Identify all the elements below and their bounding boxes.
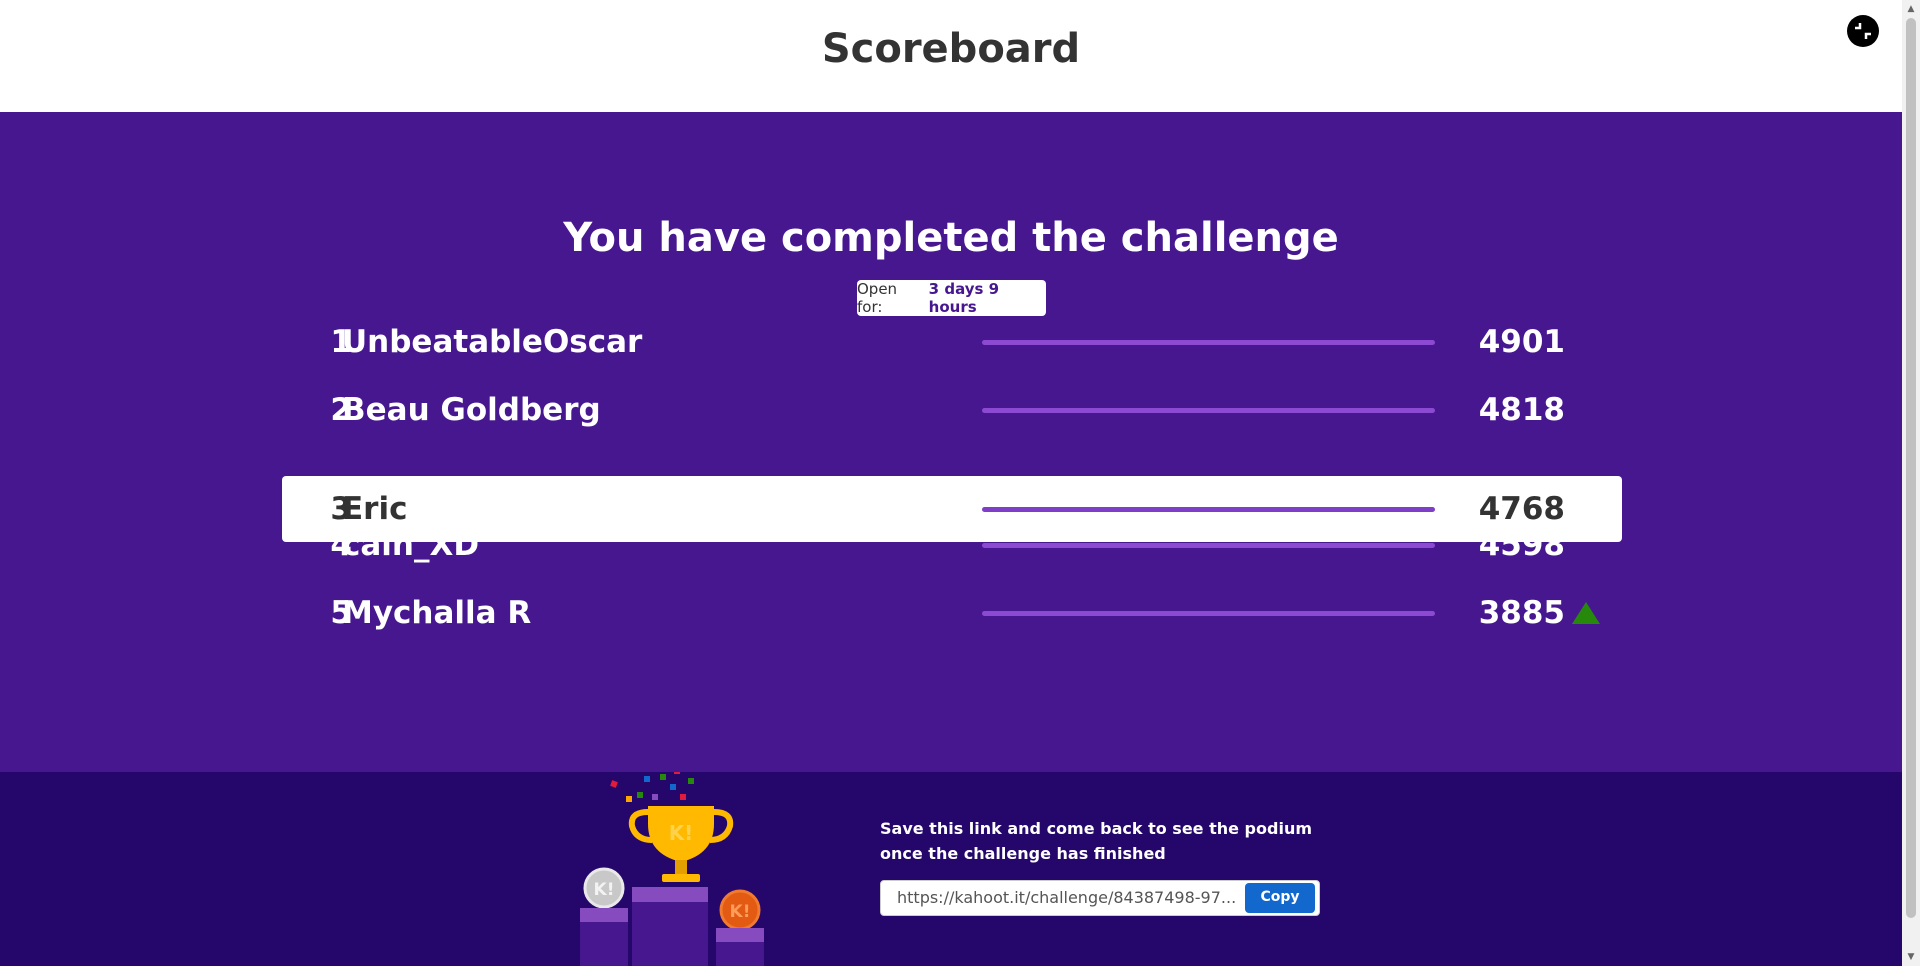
page-title: Scoreboard (821, 26, 1081, 72)
trophy-logo-text: K! (669, 821, 694, 845)
scroll-down-arrow-icon[interactable]: ▼ (1906, 952, 1916, 962)
player-name: Mychalla R (342, 595, 532, 631)
score-bar (982, 611, 1435, 616)
top-bar: Scoreboard (0, 0, 1902, 112)
player-name: UnbeatableOscar (342, 324, 643, 360)
score-bar (982, 408, 1435, 413)
leaderboard-row: 2 Beau Goldberg 4818 (282, 377, 1622, 443)
svg-text:K!: K! (594, 880, 615, 900)
player-score: 3885 (1478, 595, 1565, 631)
player-name: Beau Goldberg (342, 392, 601, 428)
save-text-line: Save this link and come back to see the … (880, 819, 1312, 838)
challenge-link-field[interactable]: https://kahoot.it/challenge/84387498-97.… (880, 880, 1320, 916)
copy-button[interactable]: Copy (1245, 883, 1315, 913)
leaderboard-row: 1 UnbeatableOscar 4901 (282, 309, 1622, 375)
save-text-line: once the challenge has finished (880, 844, 1166, 863)
score-bar (982, 340, 1435, 345)
scrollbar[interactable]: ▲ ▼ (1902, 0, 1920, 966)
leaderboard-row: 5 Mychalla R 3885 (282, 580, 1622, 646)
scroll-thumb[interactable] (1906, 18, 1916, 918)
scroll-up-arrow-icon[interactable]: ▲ (1906, 4, 1916, 14)
svg-text:K!: K! (730, 902, 751, 922)
player-name: cain_XD (342, 527, 480, 563)
trophy-podium-icon: K! K! K! (580, 772, 764, 966)
player-score: 4818 (1478, 392, 1565, 428)
save-link-instructions: Save this link and come back to see the … (880, 816, 1340, 866)
challenge-link-text[interactable]: https://kahoot.it/challenge/84387498-97.… (897, 881, 1237, 915)
completion-headline: You have completed the challenge (563, 215, 1339, 261)
player-score: 4598 (1478, 527, 1565, 563)
score-bar (982, 543, 1435, 548)
up-arrow-icon (1572, 602, 1600, 624)
footer: K! K! K! Save this link and come back to… (0, 772, 1902, 966)
scoreboard-panel: You have completed the challenge Open fo… (0, 112, 1902, 772)
fullscreen-exit-icon[interactable] (1847, 15, 1879, 47)
player-score: 4901 (1478, 324, 1565, 360)
leaderboard-row: 4 cain_XD 4598 (282, 512, 1622, 578)
